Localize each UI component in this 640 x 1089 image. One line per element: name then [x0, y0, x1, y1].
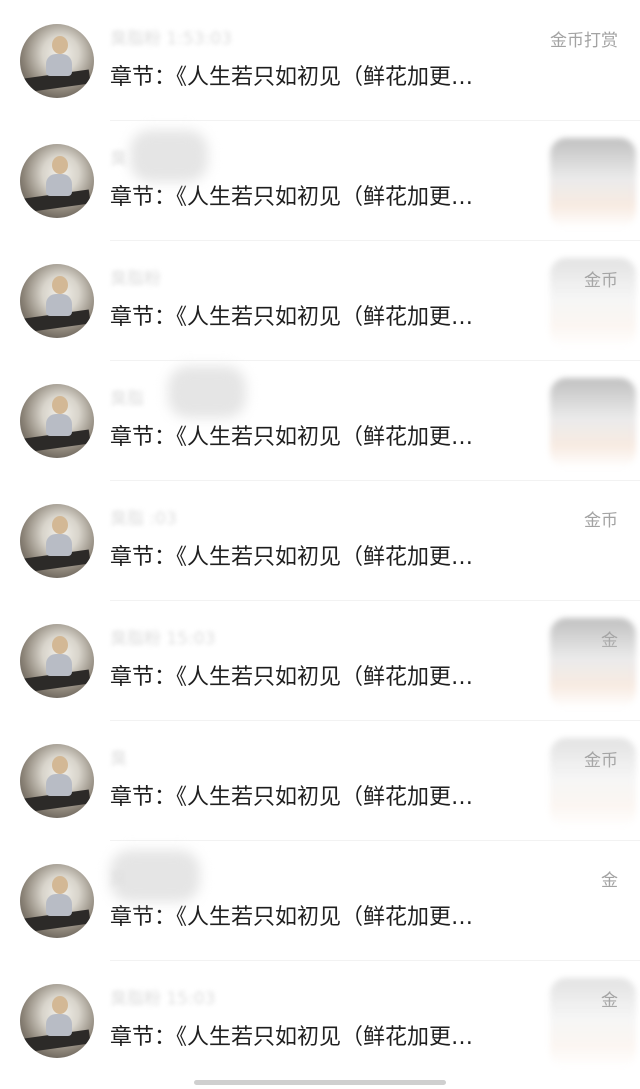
avatar[interactable] — [20, 624, 94, 698]
chapter-text: 章节：《人生若只如初见（鲜花加更… — [110, 665, 474, 690]
redaction-smudge — [110, 850, 200, 902]
avatar[interactable] — [20, 744, 94, 818]
redaction-smudge — [550, 378, 636, 468]
gift-type-label: 金币 — [584, 511, 618, 531]
redaction-smudge — [550, 138, 636, 228]
user-name-timestamp: 臭脂粉 — [110, 270, 161, 288]
list-item[interactable]: 臭脂粉 15:03 章节：《人生若只如初见（鲜花加更… 金 — [0, 960, 640, 1080]
chapter-text: 章节：《人生若只如初见（鲜花加更… — [110, 305, 474, 330]
list-item[interactable]: 臭脂 章节：《人生若只如初见（鲜花加更… — [0, 360, 640, 480]
redaction-smudge — [550, 618, 636, 708]
avatar[interactable] — [20, 264, 94, 338]
redaction-smudge — [130, 130, 208, 182]
avatar[interactable] — [20, 864, 94, 938]
chapter-text: 章节：《人生若只如初见（鲜花加更… — [110, 425, 474, 450]
user-name-timestamp: 臭 — [110, 750, 127, 768]
gift-type-label: 金币打赏 — [550, 31, 618, 51]
redaction-smudge — [550, 258, 636, 348]
redaction-smudge — [550, 978, 636, 1068]
list-item[interactable]: 臭脂粉 1:53:03 章节：《人生若只如初见（鲜花加更… 金币打赏 — [0, 0, 640, 120]
chapter-text: 章节：《人生若只如初见（鲜花加更… — [110, 185, 474, 210]
list-item[interactable]: 臭 章节：《人生若只如初见（鲜花加更… — [0, 120, 640, 240]
avatar[interactable] — [20, 24, 94, 98]
user-name-timestamp: 臭脂粉 15:03 — [110, 990, 216, 1008]
list-item[interactable]: 臭 章节：《人生若只如初见（鲜花加更… 金币 — [0, 720, 640, 840]
user-name-timestamp: 臭脂粉 15:03 — [110, 630, 216, 648]
chapter-text: 章节：《人生若只如初见（鲜花加更… — [110, 65, 474, 90]
list-item[interactable]: 臭 章节：《人生若只如初见（鲜花加更… 金 — [0, 840, 640, 960]
chapter-text: 章节：《人生若只如初见（鲜花加更… — [110, 785, 474, 810]
user-name-timestamp: 臭脂粉 1:53:03 — [110, 30, 232, 48]
user-name-timestamp: 臭脂 :03 — [110, 510, 177, 528]
list-item[interactable]: 臭脂 :03 章节：《人生若只如初见（鲜花加更… 金币 — [0, 480, 640, 600]
reward-record-list: 臭脂粉 1:53:03 章节：《人生若只如初见（鲜花加更… 金币打赏 臭 章节：… — [0, 0, 640, 1080]
list-item[interactable]: 臭脂粉 15:03 章节：《人生若只如初见（鲜花加更… 金 — [0, 600, 640, 720]
avatar[interactable] — [20, 384, 94, 458]
avatar[interactable] — [20, 144, 94, 218]
avatar[interactable] — [20, 984, 94, 1058]
list-item[interactable]: 臭脂粉 章节：《人生若只如初见（鲜花加更… 金币 — [0, 240, 640, 360]
chapter-text: 章节：《人生若只如初见（鲜花加更… — [110, 545, 474, 570]
chapter-text: 章节：《人生若只如初见（鲜花加更… — [110, 905, 474, 930]
redaction-smudge — [168, 366, 246, 418]
redaction-smudge — [550, 738, 636, 828]
avatar[interactable] — [20, 504, 94, 578]
home-indicator[interactable] — [194, 1080, 446, 1085]
chapter-text: 章节：《人生若只如初见（鲜花加更… — [110, 1025, 474, 1050]
gift-type-label: 金 — [601, 871, 618, 891]
